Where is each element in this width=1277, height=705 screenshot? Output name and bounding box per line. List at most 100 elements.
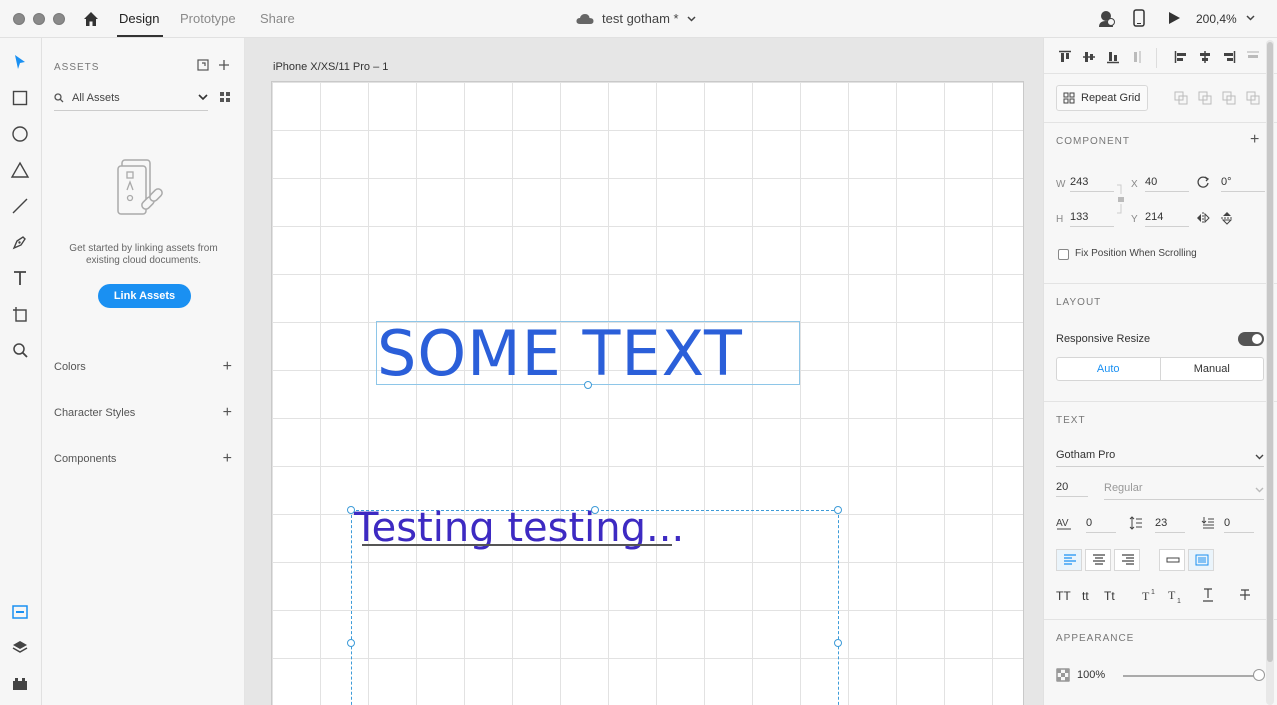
link-assets-button[interactable]: Link Assets (98, 284, 191, 308)
repeat-grid-button[interactable]: Repeat Grid (1056, 85, 1148, 111)
artboard-name[interactable]: iPhone X/XS/11 Pro – 1 (273, 61, 388, 73)
y-field[interactable]: 214 (1145, 211, 1189, 227)
pen-tool-icon[interactable] (10, 232, 30, 252)
resize-handle-top-center[interactable] (591, 506, 599, 514)
line-tool-icon[interactable] (10, 196, 30, 216)
resize-auto-option[interactable]: Auto (1057, 358, 1161, 380)
align-bottom-icon[interactable] (1106, 50, 1120, 64)
width-field[interactable]: 243 (1070, 176, 1114, 192)
device-preview-icon[interactable] (1133, 9, 1147, 29)
close-window-button[interactable] (13, 13, 25, 25)
add-character-style-button[interactable]: + (223, 405, 232, 421)
opacity-slider-track[interactable] (1123, 675, 1259, 677)
open-libraries-icon[interactable] (196, 58, 210, 72)
align-top-icon[interactable] (1058, 50, 1072, 64)
artboard-tool-icon[interactable] (10, 304, 30, 324)
lowercase-button[interactable]: tt (1082, 589, 1089, 603)
lock-aspect-icon[interactable] (1116, 184, 1124, 217)
select-tool-icon[interactable] (10, 52, 30, 72)
zoom-level[interactable]: 200,4% (1196, 12, 1237, 26)
font-size-field[interactable]: 20 (1056, 481, 1088, 497)
add-component-button[interactable]: + (223, 451, 232, 467)
plugins-panel-icon[interactable] (10, 674, 30, 694)
distribute-horizontal-icon[interactable] (1246, 50, 1260, 64)
add-component-state-button[interactable]: + (1250, 131, 1259, 149)
x-field[interactable]: 40 (1145, 176, 1189, 192)
underline-icon[interactable] (1201, 588, 1215, 602)
boolean-add-icon[interactable] (1174, 91, 1188, 105)
tab-design[interactable]: Design (119, 11, 159, 26)
assets-filter-label: All Assets (72, 91, 120, 104)
flip-vertical-icon[interactable] (1220, 211, 1234, 225)
auto-width-text-button[interactable] (1159, 549, 1185, 571)
zoom-tool-icon[interactable] (10, 340, 30, 360)
polygon-tool-icon[interactable] (10, 160, 30, 180)
zoom-window-button[interactable] (53, 13, 65, 25)
y-label: Y (1131, 214, 1138, 225)
font-family-select[interactable]: Gotham Pro (1056, 449, 1264, 467)
align-middle-icon[interactable] (1082, 50, 1096, 64)
minimize-window-button[interactable] (33, 13, 45, 25)
add-color-button[interactable]: + (223, 359, 232, 375)
character-spacing-icon: AV (1056, 516, 1074, 530)
responsive-resize-toggle[interactable] (1238, 332, 1264, 346)
character-spacing-field[interactable]: 0 (1086, 517, 1116, 533)
home-icon[interactable] (81, 9, 101, 29)
tab-prototype[interactable]: Prototype (180, 11, 236, 26)
resize-handle-middle-left[interactable] (347, 639, 355, 647)
text-resize-handle[interactable] (584, 381, 592, 389)
components-section-label: Components (54, 453, 117, 465)
share-user-icon[interactable] (1098, 9, 1116, 29)
character-styles-section[interactable]: Character Styles + (54, 405, 232, 421)
align-right-icon[interactable] (1222, 50, 1236, 64)
text-align-center-button[interactable] (1085, 549, 1111, 571)
resize-manual-option[interactable]: Manual (1161, 358, 1264, 380)
fix-position-checkbox[interactable] (1058, 249, 1069, 260)
grid-view-icon[interactable] (219, 91, 231, 106)
titlecase-button[interactable]: Tt (1104, 589, 1115, 603)
flip-horizontal-icon[interactable] (1196, 211, 1210, 225)
resize-handle-top-left[interactable] (347, 506, 355, 514)
rotation-field[interactable]: 0° (1221, 176, 1265, 192)
document-title[interactable]: test gotham * (576, 11, 696, 26)
design-canvas[interactable]: iPhone X/XS/11 Pro – 1 SOME TEXT Testing… (245, 38, 1043, 705)
boolean-subtract-icon[interactable] (1198, 91, 1212, 105)
some-text-layer[interactable]: SOME TEXT (377, 317, 743, 390)
opacity-value[interactable]: 100% (1077, 669, 1105, 681)
text-tool-icon[interactable] (10, 268, 30, 288)
strikethrough-icon[interactable] (1238, 588, 1252, 602)
toolbar-divider (1156, 48, 1157, 68)
align-center-icon[interactable] (1198, 50, 1212, 64)
subscript-icon[interactable]: T1 (1168, 588, 1186, 605)
play-preview-icon[interactable] (1167, 9, 1181, 29)
height-field[interactable]: 133 (1070, 211, 1114, 227)
colors-section[interactable]: Colors + (54, 359, 232, 375)
font-weight-select[interactable]: Regular (1104, 482, 1264, 500)
resize-mode-segmented-control: Auto Manual (1056, 357, 1264, 381)
text-align-right-button[interactable] (1114, 549, 1140, 571)
line-spacing-field[interactable]: 23 (1155, 517, 1185, 533)
paragraph-spacing-field[interactable]: 0 (1224, 517, 1254, 533)
layers-panel-icon[interactable] (10, 638, 30, 658)
document-title-text: test gotham * (602, 11, 679, 26)
align-left-icon[interactable] (1174, 50, 1188, 64)
tab-share[interactable]: Share (260, 11, 295, 26)
boolean-exclude-icon[interactable] (1246, 91, 1260, 105)
ellipse-tool-icon[interactable] (10, 124, 30, 144)
resize-handle-middle-right[interactable] (834, 639, 842, 647)
inspector-scrollbar-thumb[interactable] (1267, 42, 1273, 662)
uppercase-button[interactable]: TT (1056, 589, 1071, 603)
zoom-chevron-icon[interactable] (1246, 15, 1255, 21)
components-section[interactable]: Components + (54, 451, 232, 467)
resize-handle-top-right[interactable] (834, 506, 842, 514)
assets-panel-icon[interactable] (10, 602, 30, 622)
text-align-left-button[interactable] (1056, 549, 1082, 571)
add-asset-button[interactable] (218, 59, 232, 73)
rectangle-tool-icon[interactable] (10, 88, 30, 108)
boolean-intersect-icon[interactable] (1222, 91, 1236, 105)
opacity-slider-handle[interactable] (1253, 669, 1265, 681)
distribute-vertical-icon[interactable] (1130, 50, 1144, 64)
assets-filter[interactable]: All Assets (54, 85, 208, 111)
superscript-icon[interactable]: T1 (1142, 588, 1160, 603)
fixed-size-text-button[interactable] (1188, 549, 1214, 571)
